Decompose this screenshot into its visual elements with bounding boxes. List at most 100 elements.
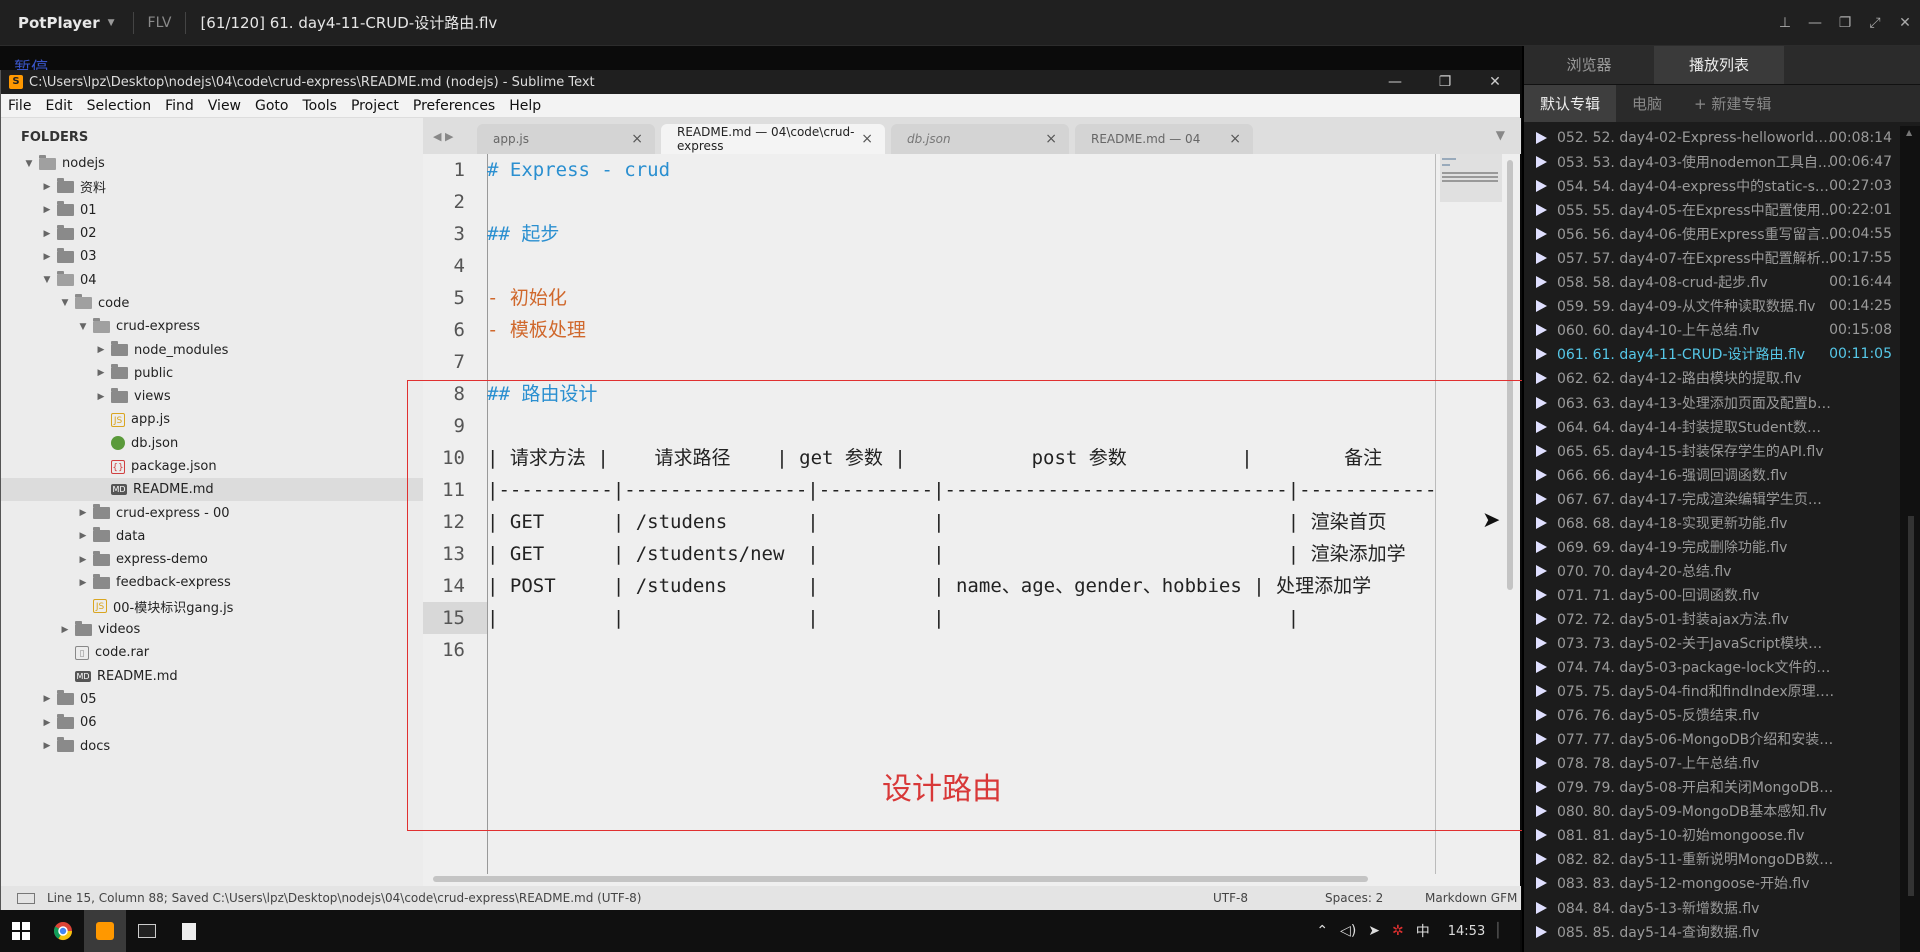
tree-item[interactable]: ▶ 06 [1, 711, 423, 734]
playlist-item[interactable]: 062. 62. day4-12-路由模块的提取.flv [1528, 366, 1894, 390]
playlist-item[interactable]: 083. 83. day5-12-mongoose-开始.flv [1528, 871, 1894, 895]
chrome-taskbar-icon[interactable] [42, 910, 84, 952]
menu-item-find[interactable]: Find [158, 98, 201, 114]
playlist-item[interactable]: 067. 67. day4-17-完成渲染编辑学生页面.flv [1528, 487, 1894, 511]
menu-item-goto[interactable]: Goto [248, 98, 295, 114]
tab-readme-04[interactable]: README.md — 04 × [1075, 124, 1253, 154]
tree-item[interactable]: ▶ node_modules [1, 338, 423, 361]
tab-computer[interactable]: 电脑 [1616, 85, 1678, 122]
playlist-item[interactable]: 053. 53. day4-03-使用nodemon工具自... 00:06:47 [1528, 150, 1894, 174]
tab-readme-active[interactable]: README.md — 04\code\crud-express × [661, 124, 885, 154]
triangle-right-icon[interactable]: ▶ [59, 625, 71, 635]
tree-item[interactable]: MD README.md [1, 665, 423, 688]
potplayer-menu-button[interactable]: PotPlayer ▼ [0, 14, 133, 32]
playlist-item[interactable]: 071. 71. day5-00-回调函数.flv [1528, 583, 1894, 607]
playlist-item[interactable]: 077. 77. day5-06-MongoDB介绍和安装.flv [1528, 727, 1894, 751]
tree-item[interactable]: ▶ feedback-express [1, 571, 423, 594]
scroll-up-icon[interactable]: ▲ [1906, 128, 1912, 137]
menu-item-file[interactable]: File [1, 98, 38, 114]
tree-item[interactable]: ▶ 02 [1, 222, 423, 245]
playlist-item[interactable]: 068. 68. day4-18-实现更新功能.flv [1528, 511, 1894, 535]
cmd-taskbar-icon[interactable] [126, 910, 168, 952]
tab-dropdown-icon[interactable]: ▼ [1496, 128, 1505, 142]
gear-icon[interactable]: ✲ [1392, 923, 1404, 939]
menu-item-view[interactable]: View [201, 98, 248, 114]
network-icon[interactable]: ➤ [1368, 923, 1380, 939]
menu-item-tools[interactable]: Tools [295, 98, 344, 114]
triangle-right-icon[interactable]: ▶ [41, 741, 53, 751]
tree-item[interactable]: ▶ express-demo [1, 548, 423, 571]
scroll-thumb[interactable] [433, 876, 1368, 882]
playlist-item[interactable]: 085. 85. day5-14-查询数据.flv [1528, 920, 1894, 944]
triangle-right-icon[interactable]: ▶ [95, 368, 107, 378]
triangle-right-icon[interactable]: ▶ [77, 508, 89, 518]
sublime-minimize-button[interactable]: — [1370, 70, 1420, 94]
tree-item[interactable]: ▶ data [1, 525, 423, 548]
playlist-item[interactable]: 073. 73. day5-02-关于JavaScript模块化问题.flv [1528, 631, 1894, 655]
tree-item[interactable]: ▼ 04 [1, 268, 423, 291]
playlist-item[interactable]: 074. 74. day5-03-package-lock文件的作用.flv [1528, 655, 1894, 679]
input-language[interactable]: 中 [1416, 921, 1430, 941]
notes-taskbar-icon[interactable] [168, 910, 210, 952]
tree-item[interactable]: db.json [1, 432, 423, 455]
triangle-right-icon[interactable]: ▶ [77, 555, 89, 565]
status-syntax[interactable]: Markdown GFM [1425, 891, 1517, 905]
close-icon[interactable]: × [861, 131, 873, 147]
playlist-item[interactable]: 081. 81. day5-10-初始mongoose.flv [1528, 823, 1894, 847]
playlist-item[interactable]: 065. 65. day4-15-封装保存学生的API.flv [1528, 439, 1894, 463]
restore-button[interactable]: ❐ [1830, 15, 1860, 31]
close-icon[interactable]: × [1045, 131, 1057, 147]
menu-item-preferences[interactable]: Preferences [406, 98, 502, 114]
tree-item[interactable]: ▶ public [1, 362, 423, 385]
tree-item[interactable]: ▶ views [1, 385, 423, 408]
tree-item[interactable]: ▶ 03 [1, 245, 423, 268]
triangle-right-icon[interactable]: ▶ [77, 531, 89, 541]
tab-playlist[interactable]: 播放列表 [1654, 46, 1784, 84]
menu-item-selection[interactable]: Selection [80, 98, 159, 114]
tree-item[interactable]: ▼ nodejs [1, 152, 423, 175]
playlist-item[interactable]: 070. 70. day4-20-总结.flv [1528, 559, 1894, 583]
notification-icon[interactable]: ▏ [1497, 923, 1508, 939]
triangle-right-icon[interactable]: ▶ [95, 345, 107, 355]
panel-toggle-icon[interactable] [17, 892, 35, 904]
playlist-item[interactable]: 064. 64. day4-14-封装提取Student数据操作模... [1528, 415, 1894, 439]
playlist-item[interactable]: 061. 61. day4-11-CRUD-设计路由.flv 00:11:05 [1528, 342, 1894, 366]
playlist-item[interactable]: 076. 76. day5-05-反馈结束.flv [1528, 703, 1894, 727]
tab-app-js[interactable]: app.js × [477, 124, 655, 154]
tree-item[interactable]: JS 00-模块标识gang.js [1, 595, 423, 618]
triangle-right-icon[interactable]: ▶ [77, 578, 89, 588]
triangle-right-icon[interactable]: ▶ [41, 205, 53, 215]
tab-nav-arrows-icon[interactable]: ◀ ▶ [433, 130, 453, 143]
playlist-item[interactable]: 066. 66. day4-16-强调回调函数.flv [1528, 463, 1894, 487]
sublime-close-button[interactable]: ✕ [1470, 70, 1520, 94]
triangle-right-icon[interactable]: ▶ [41, 229, 53, 239]
tree-item[interactable]: {} package.json [1, 455, 423, 478]
status-indent[interactable]: Spaces: 2 [1325, 891, 1383, 905]
clock[interactable]: 14:53 [1448, 924, 1485, 939]
triangle-right-icon[interactable]: ▶ [41, 694, 53, 704]
tree-item[interactable]: ▶ docs [1, 734, 423, 757]
playlist-scrollbar[interactable]: ▲ [1900, 126, 1920, 952]
triangle-right-icon[interactable]: ▶ [41, 252, 53, 262]
triangle-right-icon[interactable]: ▶ [41, 718, 53, 728]
playlist-item[interactable]: 069. 69. day4-19-完成删除功能.flv [1528, 535, 1894, 559]
playlist-item[interactable]: 082. 82. day5-11-重新说明MongoDB数据库概... [1528, 847, 1894, 871]
menu-item-help[interactable]: Help [502, 98, 548, 114]
playlist-item[interactable]: 084. 84. day5-13-新增数据.flv [1528, 896, 1894, 920]
start-button[interactable] [0, 910, 42, 952]
menu-item-edit[interactable]: Edit [38, 98, 79, 114]
volume-icon[interactable]: ◁) [1340, 923, 1356, 939]
status-encoding[interactable]: UTF-8 [1213, 891, 1248, 905]
sublime-restore-button[interactable]: ❐ [1420, 70, 1470, 94]
menu-item-project[interactable]: Project [344, 98, 406, 114]
tree-item[interactable]: MD README.md [1, 478, 423, 502]
tree-item[interactable]: ▶ 资料 [1, 175, 423, 198]
tree-item[interactable]: ▼ code [1, 292, 423, 315]
triangle-right-icon[interactable]: ▶ [41, 182, 53, 192]
playlist-item[interactable]: 054. 54. day4-04-express中的static-ser... 0… [1528, 174, 1894, 198]
tab-browser[interactable]: 浏览器 [1524, 46, 1654, 84]
sublime-taskbar-icon[interactable] [84, 910, 126, 952]
playlist-item[interactable]: 060. 60. day4-10-上午总结.flv 00:15:08 [1528, 318, 1894, 342]
playlist-item[interactable]: 055. 55. day4-05-在Express中配置使用... 00:22:0… [1528, 198, 1894, 222]
playlist-item[interactable]: 072. 72. day5-01-封装ajax方法.flv [1528, 607, 1894, 631]
